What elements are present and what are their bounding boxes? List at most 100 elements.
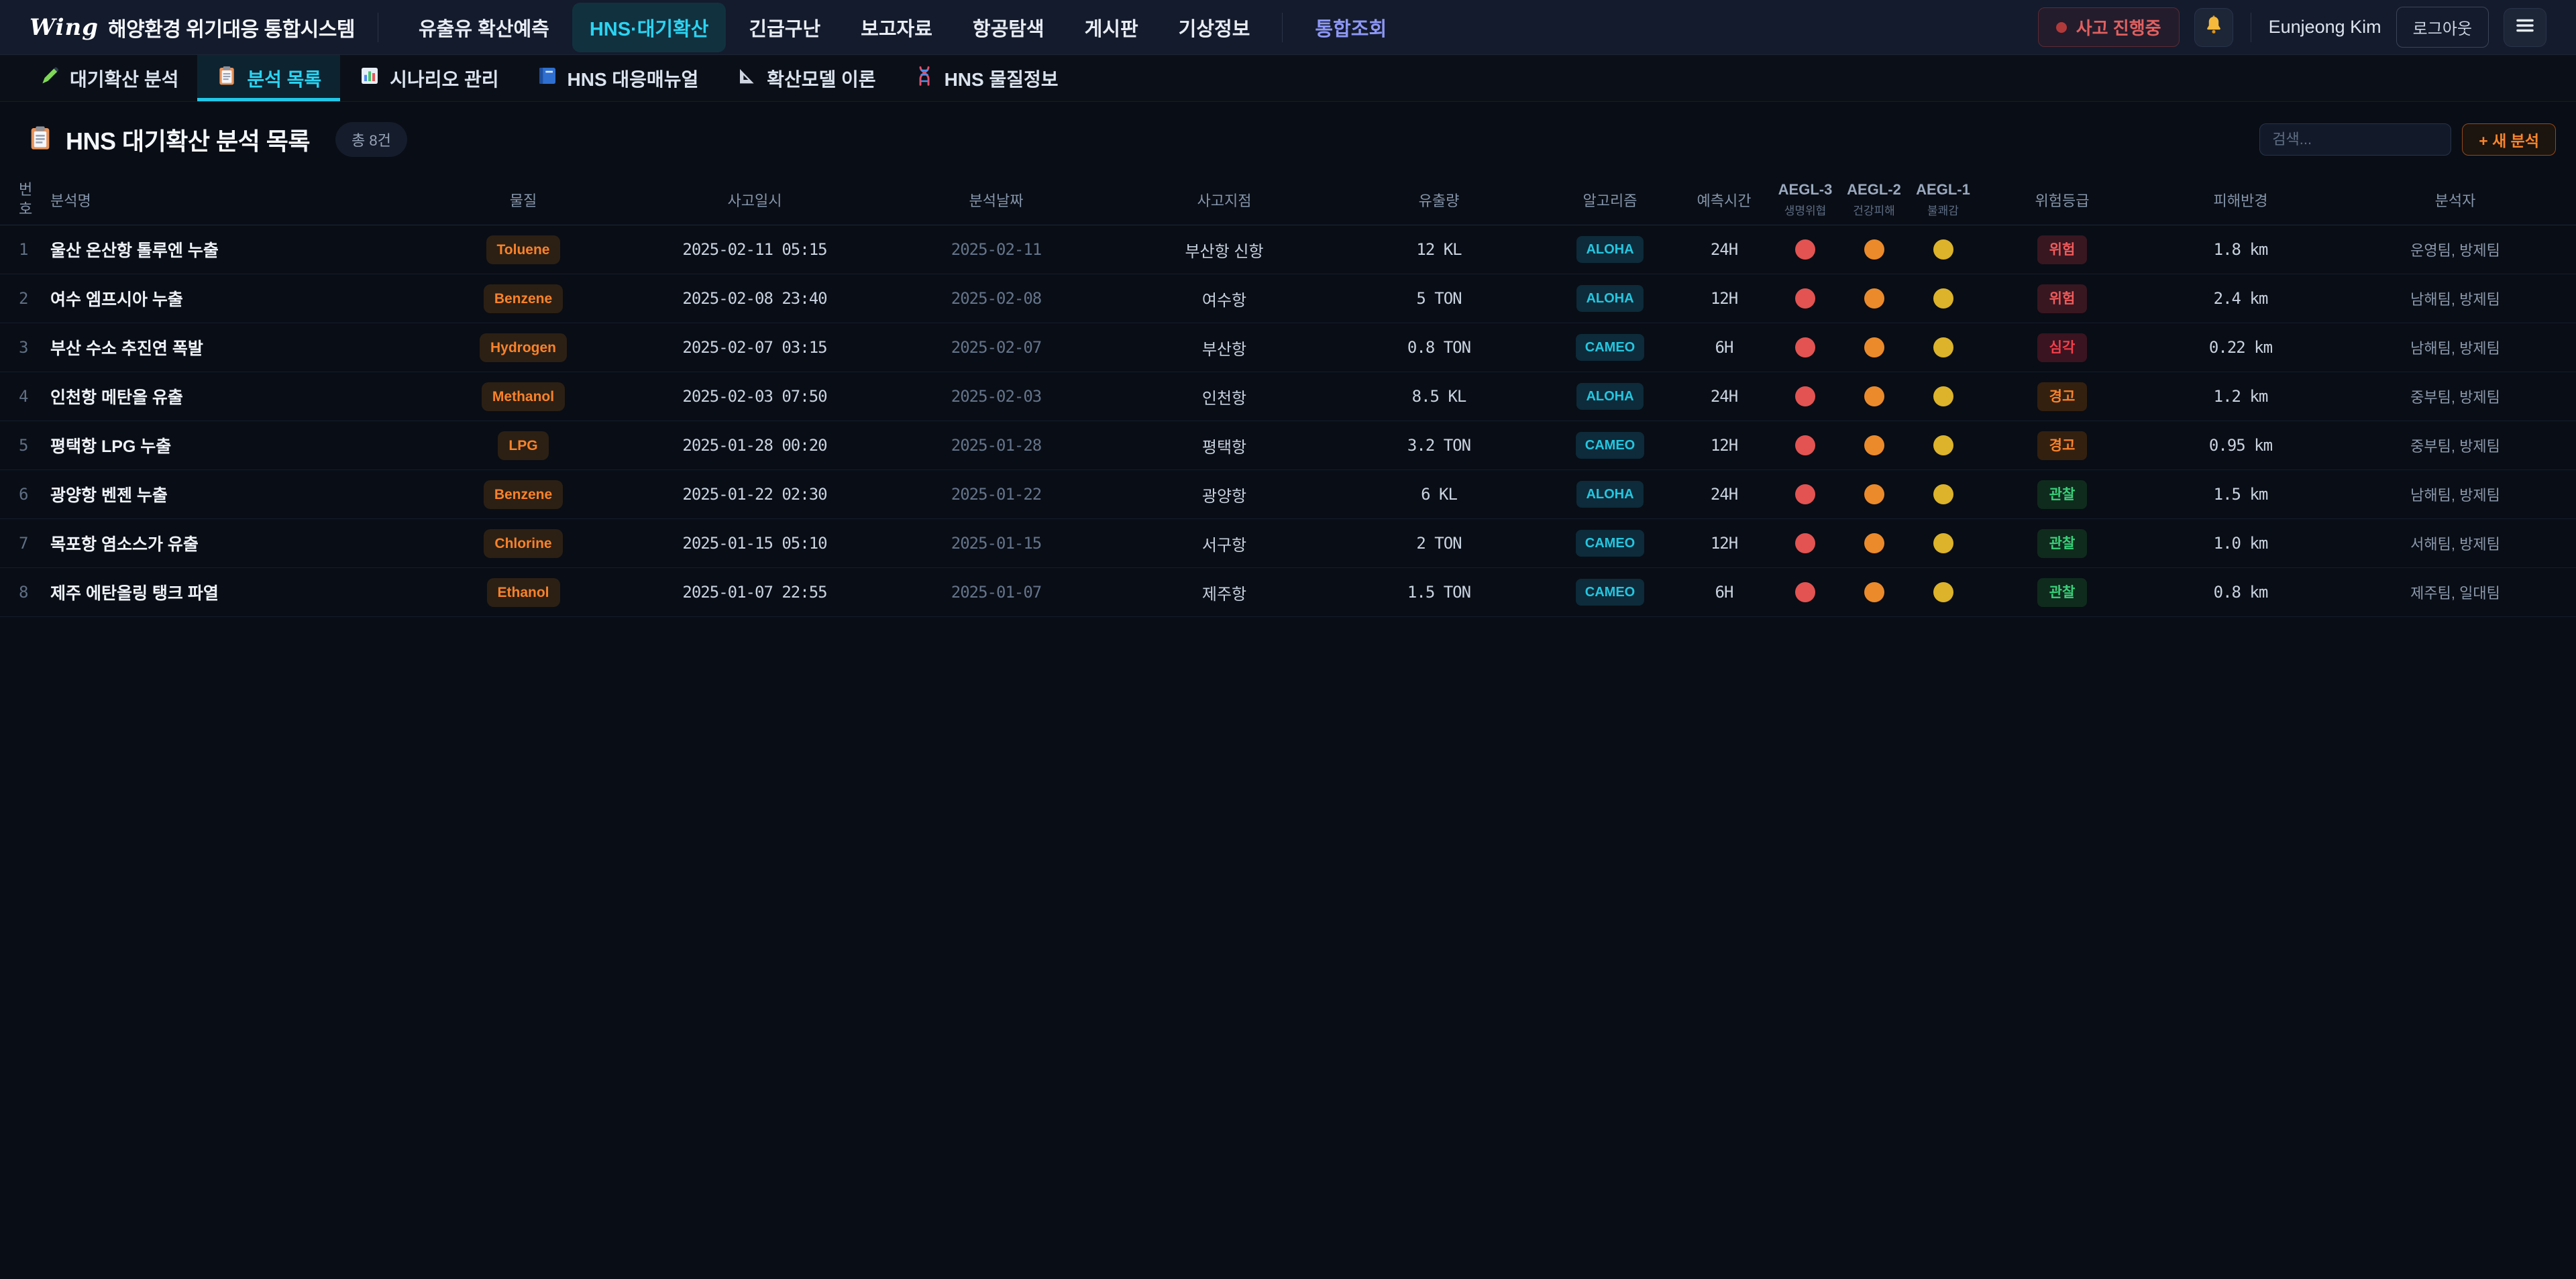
tab-diffusion-analysis[interactable]: 대기확산 분석 <box>20 55 197 101</box>
nav-item-board[interactable]: 게시판 <box>1067 3 1156 52</box>
aegl2-indicator <box>1864 386 1884 406</box>
menu-button[interactable] <box>2504 8 2546 47</box>
tab-hns-manual[interactable]: HNS 대응매뉴얼 <box>518 55 718 101</box>
analyst: 남해팀, 방제팀 <box>2334 288 2576 309</box>
damage-radius: 1.5 km <box>2147 485 2334 504</box>
algorithm-cell: CAMEO <box>1543 530 1677 557</box>
aegl3-indicator <box>1795 533 1815 553</box>
aegl3-cell <box>1771 582 1839 602</box>
algorithm-cell: ALOHA <box>1543 481 1677 508</box>
main-menu: 유출유 확산예측 HNS·대기확산 긴급구난 보고자료 항공탐색 게시판 기상정… <box>401 3 1404 52</box>
aegl1-indicator <box>1933 484 1953 504</box>
risk-cell: 심각 <box>1978 333 2147 362</box>
new-analysis-button[interactable]: + 새 분석 <box>2462 123 2556 156</box>
notification-button[interactable] <box>2194 8 2233 47</box>
aegl2-indicator <box>1864 337 1884 357</box>
aegl1-indicator <box>1933 239 1953 260</box>
table-row[interactable]: 4 인천항 메탄올 유출 Methanol 2025-02-03 07:50 2… <box>0 372 2576 421</box>
algorithm-badge: CAMEO <box>1576 334 1644 361</box>
nav-item-weather[interactable]: 기상정보 <box>1161 3 1268 52</box>
algorithm-cell: ALOHA <box>1543 285 1677 312</box>
nav-item-integrated-search[interactable]: 통합조회 <box>1297 3 1404 52</box>
risk-badge: 관찰 <box>2037 480 2088 509</box>
risk-badge: 심각 <box>2037 333 2088 362</box>
analyst: 남해팀, 방제팀 <box>2334 484 2576 505</box>
accident-location: 평택항 <box>1114 434 1335 457</box>
forecast-duration: 6H <box>1677 338 1771 357</box>
logout-button[interactable]: 로그아웃 <box>2396 7 2489 48</box>
analysis-name: 제주 에탄올링 탱크 파열 <box>38 580 416 604</box>
algorithm-cell: ALOHA <box>1543 236 1677 263</box>
risk-cell: 위험 <box>1978 284 2147 313</box>
nav-item-reports[interactable]: 보고자료 <box>843 3 950 52</box>
damage-radius: 1.0 km <box>2147 534 2334 553</box>
aegl3-cell <box>1771 288 1839 309</box>
tab-diffusion-model-theory[interactable]: 확산모델 이론 <box>717 55 894 101</box>
aegl3-cell <box>1771 337 1839 357</box>
table-row[interactable]: 6 광양항 벤젠 누출 Benzene 2025-01-22 02:30 202… <box>0 470 2576 519</box>
aegl2-cell <box>1839 337 1909 357</box>
table-row[interactable]: 8 제주 에탄올링 탱크 파열 Ethanol 2025-01-07 22:55… <box>0 568 2576 617</box>
accident-time: 2025-02-03 07:50 <box>631 387 879 406</box>
accident-location: 여수항 <box>1114 287 1335 311</box>
analysis-date: 2025-02-08 <box>879 289 1114 308</box>
aegl2-cell <box>1839 533 1909 553</box>
table-row[interactable]: 7 목포항 염소스가 유출 Chlorine 2025-01-15 05:10 … <box>0 519 2576 568</box>
page-title: HNS 대기확산 분석 목록 <box>66 122 310 157</box>
tab-analysis-list[interactable]: 분석 목록 <box>197 55 340 101</box>
aegl2-indicator <box>1864 484 1884 504</box>
nav-item-hns-diffusion[interactable]: HNS·대기확산 <box>572 3 727 52</box>
nav-item-rescue[interactable]: 긴급구난 <box>731 3 838 52</box>
total-count-badge: 총 8건 <box>335 122 407 157</box>
accident-time: 2025-01-22 02:30 <box>631 485 879 504</box>
analysis-name: 부산 수소 추진연 폭발 <box>38 335 416 359</box>
tab-hns-substance-info[interactable]: HNS 물질정보 <box>895 55 1077 101</box>
substance-cell: Benzene <box>416 480 631 509</box>
col-header-amount: 유출량 <box>1335 189 1543 211</box>
tab-scenario-management[interactable]: 시나리오 관리 <box>340 55 517 101</box>
app-title: 해양환경 위기대응 통합시스템 <box>108 13 355 42</box>
nav-item-aerial-search[interactable]: 항공탐색 <box>955 3 1062 52</box>
clipboard-icon <box>216 65 237 91</box>
risk-badge: 경고 <box>2037 382 2088 411</box>
analysis-name: 여수 엠프시아 누출 <box>38 286 416 311</box>
aegl2-indicator <box>1864 288 1884 309</box>
table-row[interactable]: 5 평택항 LPG 누출 LPG 2025-01-28 00:20 2025-0… <box>0 421 2576 470</box>
risk-cell: 위험 <box>1978 235 2147 264</box>
table-row[interactable]: 1 울산 온산항 톨루엔 누출 Toluene 2025-02-11 05:15… <box>0 225 2576 274</box>
risk-cell: 관찰 <box>1978 480 2147 509</box>
aegl3-indicator <box>1795 484 1815 504</box>
analyst: 서해팀, 방제팀 <box>2334 533 2576 554</box>
accident-time: 2025-02-08 23:40 <box>631 289 879 308</box>
risk-cell: 관찰 <box>1978 529 2147 558</box>
algorithm-cell: CAMEO <box>1543 432 1677 459</box>
analysis-date: 2025-02-03 <box>879 387 1114 406</box>
aegl1-cell <box>1909 288 1978 309</box>
col-header-radius: 피해반경 <box>2147 189 2334 211</box>
row-number: 8 <box>0 583 38 602</box>
risk-cell: 경고 <box>1978 382 2147 411</box>
accident-location: 서구항 <box>1114 532 1335 555</box>
aegl1-indicator <box>1933 386 1953 406</box>
aegl2-indicator <box>1864 435 1884 455</box>
analysis-table: 번호 분석명 물질 사고일시 분석날짜 사고지점 유출량 알고리즘 예측시간 A… <box>0 174 2576 617</box>
dna-icon <box>914 65 935 91</box>
accident-time: 2025-02-11 05:15 <box>631 240 879 259</box>
analysis-date: 2025-02-07 <box>879 338 1114 357</box>
accident-time: 2025-02-07 03:15 <box>631 338 879 357</box>
table-header-row: 번호 분석명 물질 사고일시 분석날짜 사고지점 유출량 알고리즘 예측시간 A… <box>0 174 2576 225</box>
table-row[interactable]: 3 부산 수소 추진연 폭발 Hydrogen 2025-02-07 03:15… <box>0 323 2576 372</box>
table-row[interactable]: 2 여수 엠프시아 누출 Benzene 2025-02-08 23:40 20… <box>0 274 2576 323</box>
spill-amount: 0.8 TON <box>1335 338 1543 357</box>
search-input[interactable] <box>2259 123 2451 156</box>
incident-status-badge[interactable]: 사고 진행중 <box>2038 7 2180 47</box>
aegl2-indicator <box>1864 582 1884 602</box>
substance-badge: Chlorine <box>484 529 562 558</box>
nav-item-oil-spill[interactable]: 유출유 확산예측 <box>401 3 567 52</box>
col-header-location: 사고지점 <box>1114 189 1335 211</box>
risk-badge: 관찰 <box>2037 578 2088 607</box>
col-header-substance: 물질 <box>416 189 631 211</box>
aegl3-indicator <box>1795 337 1815 357</box>
aegl1-cell <box>1909 386 1978 406</box>
damage-radius: 0.95 km <box>2147 436 2334 455</box>
